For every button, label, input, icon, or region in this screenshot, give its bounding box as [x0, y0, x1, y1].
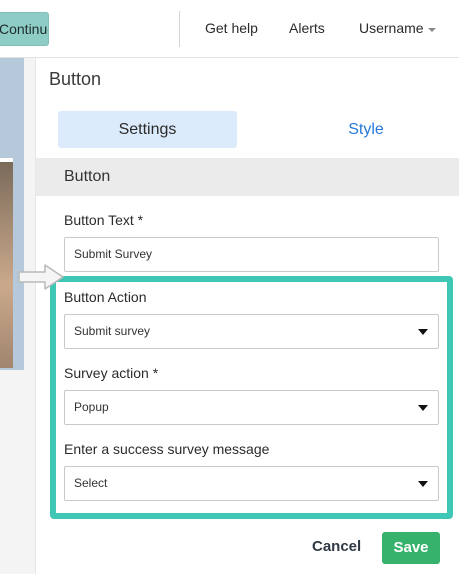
continue-button[interactable]: Continue — [0, 12, 49, 46]
username-menu[interactable]: Username — [359, 20, 424, 36]
success-message-label: Enter a success survey message — [64, 441, 270, 457]
button-action-value: Submit survey — [74, 324, 151, 338]
button-action-select[interactable]: Submit survey — [64, 314, 439, 349]
alerts-link[interactable]: Alerts — [289, 20, 325, 36]
button-action-label: Button Action — [64, 289, 147, 305]
section-header: Button — [36, 158, 459, 196]
pointer-arrow-icon — [18, 264, 64, 290]
panel-title: Button — [49, 69, 102, 89]
top-navigation-bar: Continue Get help Alerts Username — [0, 0, 459, 58]
tab-settings[interactable]: Settings — [58, 111, 237, 148]
photo-subject — [0, 158, 13, 368]
survey-action-label: Survey action * — [64, 365, 159, 381]
cancel-button[interactable]: Cancel — [312, 538, 361, 555]
nav-divider — [179, 11, 180, 47]
success-message-value: Select — [74, 476, 108, 490]
select-arrow-icon — [418, 405, 428, 411]
select-arrow-icon — [418, 481, 428, 487]
select-arrow-icon — [418, 329, 428, 335]
background-photo — [0, 58, 24, 370]
save-button[interactable]: Save — [382, 532, 440, 564]
survey-action-value: Popup — [74, 400, 109, 414]
get-help-link[interactable]: Get help — [205, 20, 258, 36]
button-text-label: Button Text * — [64, 212, 144, 228]
success-message-select[interactable]: Select — [64, 466, 439, 501]
button-settings-panel: Button Settings Style Button Button Text… — [36, 58, 459, 574]
survey-action-select[interactable]: Popup — [64, 390, 439, 425]
tab-style[interactable]: Style — [288, 111, 444, 148]
button-text-input[interactable]: Submit Survey — [64, 237, 439, 272]
caret-down-icon[interactable] — [428, 28, 436, 32]
